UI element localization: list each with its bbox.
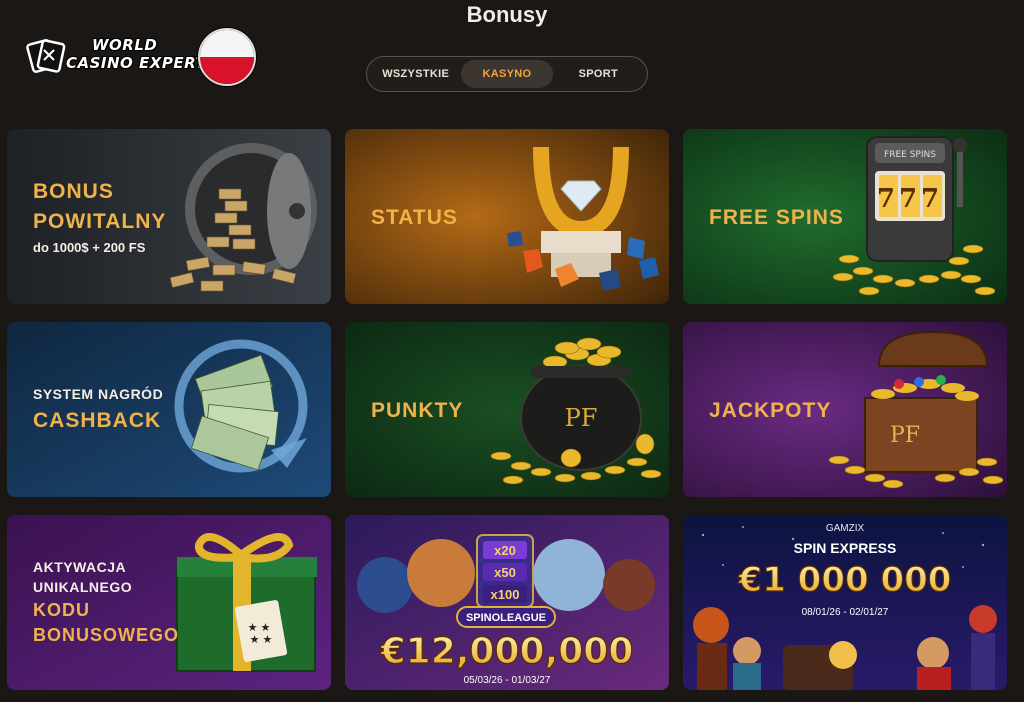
poland-flag-icon[interactable] [198,28,256,86]
welcome-bonus-title-1: BONUS [33,180,114,203]
provider-name: GAMZIX [826,523,865,534]
bonus-code-line-1: AKTYWACJA [33,559,127,575]
site-logo[interactable]: WORLD CASINO EXPERT [24,28,260,88]
spin-express-amount: €1 000 000 [738,560,952,600]
welcome-bonus-title-2: POWITALNY [33,210,167,233]
tab-casino[interactable]: KASYNO [461,60,553,88]
spin-express-dates: 08/01/26 - 02/01/27 [802,607,889,618]
jackpots-title: JACKPOTY [709,399,832,422]
card-status[interactable]: STATUS [345,129,669,304]
cashback-subtitle: SYSTEM NAGRÓD [33,386,164,402]
logo-text: WORLD CASINO EXPERT [66,36,207,72]
svg-text:★ ★: ★ ★ [250,634,273,646]
card-welcome-bonus[interactable]: BONUS POWITALNY do 1000$ + 200 FS [7,129,331,304]
spinoleague-name: SPINOLEAGUE [466,612,546,624]
card-cashback[interactable]: SYSTEM NAGRÓD CASHBACK [7,322,331,497]
welcome-bonus-subtitle: do 1000$ + 200 FS [33,240,146,255]
cashback-title: CASHBACK [33,409,162,432]
card-jackpots[interactable]: PF JACKPOTY [683,322,1007,497]
spinoleague-amount: €12,000,000 [380,631,634,672]
free-spins-title: FREE SPINS [709,206,844,229]
spin-express-title: SPIN EXPRESS [794,540,897,556]
page-title: Bonusy [466,2,548,27]
card-bonus-code[interactable]: ★ ★ ★ ★ AKTYWACJA UNIKALNEGO KODU BONUSO… [7,515,331,690]
bonus-code-line-2: UNIKALNEGO [33,579,133,595]
slot-machine-label: FREE SPINS [884,150,936,160]
multiplier-1: x20 [494,543,516,558]
bonus-code-line-3: KODU [33,600,90,620]
bonus-category-tabs: WSZYSTKIE KASYNO SPORT [366,56,648,92]
spinoleague-banner-illustration: x20 x50 x100 SPINOLEAGUE €12,000,000 05/… [345,515,669,690]
card-spin-express[interactable]: GAMZIX SPIN EXPRESS €1 000 000 08/01/26 … [683,515,1007,690]
card-spinoleague[interactable]: x20 x50 x100 SPINOLEAGUE €12,000,000 05/… [345,515,669,690]
multiplier-3: x100 [491,587,520,602]
pot-label: PF [565,404,598,432]
spinoleague-dates: 05/03/26 - 01/03/27 [464,675,551,686]
card-free-spins[interactable]: FREE SPINS 777 FREE SPINS [683,129,1007,304]
spin-express-banner-illustration: GAMZIX SPIN EXPRESS €1 000 000 08/01/26 … [683,515,1007,690]
chest-label: PF [890,423,920,448]
slot-reels: 777 [877,184,943,214]
card-points[interactable]: PF PUNKTY [345,322,669,497]
status-title: STATUS [371,206,458,229]
bonus-code-line-4: BONUSOWEGO [33,625,180,645]
points-title: PUNKTY [371,399,464,422]
multiplier-2: x50 [494,565,516,580]
svg-text:★ ★: ★ ★ [248,622,271,634]
tab-sport[interactable]: SPORT [553,60,644,88]
cards-logo-icon [26,39,66,73]
tab-all[interactable]: WSZYSTKIE [370,60,461,88]
